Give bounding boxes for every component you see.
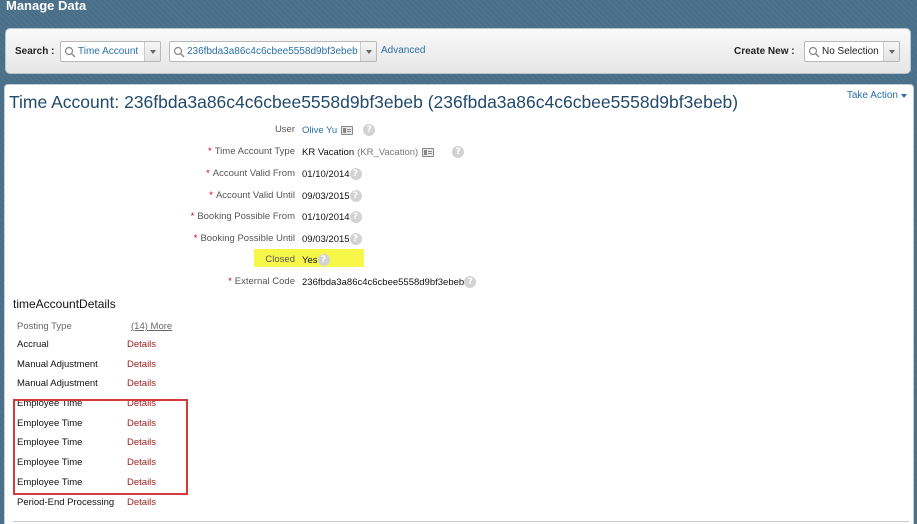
field-value: 09/03/2015 ?	[302, 190, 362, 202]
search-id-value: 236fbda3a86c4c6cbee5558d9bf3ebeb	[187, 46, 358, 57]
user-link[interactable]: Olive Yu	[302, 125, 337, 136]
field-label-text: External Code	[234, 276, 295, 287]
type-value: KR Vacation	[302, 146, 355, 158]
booking-from-value: 01/10/2014	[302, 211, 350, 223]
page-title: Manage Data	[6, 0, 87, 13]
field-value: KR Vacation (KR_Vacation) ?	[302, 146, 465, 158]
search-icon	[173, 46, 185, 57]
posting-type-header: Posting Type	[17, 321, 72, 332]
field-label: * External Code	[228, 276, 295, 287]
details-link[interactable]: Details	[127, 497, 156, 508]
advanced-search-link[interactable]: Advanced	[381, 45, 425, 56]
field-label: * Time Account Type	[208, 146, 295, 157]
chevron-down-icon	[149, 49, 156, 54]
more-link[interactable]: (14) More	[131, 321, 172, 332]
search-type-dropdown[interactable]	[144, 42, 160, 61]
search-type-value: Time Account	[78, 46, 139, 57]
detail-row: Period-End Processing Details	[17, 497, 177, 511]
chevron-down-icon	[888, 49, 895, 54]
help-icon[interactable]: ?	[452, 146, 465, 158]
field-account-valid-until: * Account Valid Until 09/03/2015 ?	[5, 187, 905, 203]
closed-value: Yes	[302, 254, 318, 266]
divider	[13, 521, 909, 522]
help-icon[interactable]: ?	[349, 211, 362, 223]
detail-row: Manual Adjustment Details	[17, 378, 177, 392]
field-value: Yes ?	[302, 254, 330, 266]
external-code-value: 236fbda3a86c4c6cbee5558d9bf3ebeb	[302, 276, 465, 288]
field-label-text: Account Valid From	[212, 168, 295, 179]
field-account-valid-from: * Account Valid From 01/10/2014 ?	[5, 165, 905, 181]
take-action-label: Take Action	[846, 90, 898, 101]
help-icon[interactable]: ?	[349, 168, 362, 180]
create-new-dropdown[interactable]	[883, 42, 899, 61]
search-id-combo[interactable]: 236fbda3a86c4c6cbee5558d9bf3ebeb	[169, 41, 377, 62]
field-value: 01/10/2014 ?	[302, 211, 362, 223]
chevron-down-icon	[365, 49, 372, 54]
details-link[interactable]: Details	[127, 378, 156, 389]
field-value: 236fbda3a86c4c6cbee5558d9bf3ebeb ?	[302, 276, 477, 288]
record-panel: Time Account: 236fbda3a86c4c6cbee5558d9b…	[4, 84, 914, 524]
field-label-text: Account Valid Until	[215, 190, 295, 201]
field-label: User	[274, 124, 295, 135]
field-value: Olive Yu ?	[302, 124, 376, 136]
posting-type: Manual Adjustment	[17, 378, 98, 389]
detail-row: Accrual Details	[17, 339, 177, 353]
field-label-text: Time Account Type	[214, 146, 295, 157]
field-label-text: Booking Possible From	[197, 211, 295, 222]
required-asterisk: *	[209, 190, 213, 201]
create-new-value: No Selection	[822, 46, 879, 57]
posting-type: Manual Adjustment	[17, 359, 98, 370]
posting-type: Period-End Processing	[17, 497, 115, 508]
field-user: User Olive Yu ?	[5, 121, 905, 137]
field-value: 01/10/2014 ?	[302, 168, 362, 180]
posting-type: Accrual	[17, 339, 49, 350]
required-asterisk: *	[228, 276, 232, 287]
create-new-combo[interactable]: No Selection	[804, 41, 900, 62]
help-icon[interactable]: ?	[317, 254, 330, 266]
search-bar: Search : Time Account 236fbda3a86c4c6cbe…	[5, 28, 911, 74]
detail-row: Manual Adjustment Details	[17, 359, 177, 373]
field-label-text: Booking Possible Until	[200, 233, 295, 244]
create-new-label: Create New :	[734, 46, 795, 57]
search-id-dropdown[interactable]	[360, 42, 376, 61]
help-icon[interactable]: ?	[363, 124, 376, 136]
field-label: * Account Valid From	[206, 168, 295, 179]
search-icon	[64, 46, 76, 57]
take-action-menu[interactable]: Take Action	[847, 90, 907, 101]
field-label: * Booking Possible From	[191, 211, 295, 222]
card-icon[interactable]	[422, 147, 435, 157]
help-icon[interactable]: ?	[464, 276, 477, 288]
annotation-highlight-box	[13, 399, 188, 495]
search-type-combo[interactable]: Time Account	[60, 41, 161, 62]
details-link[interactable]: Details	[127, 359, 156, 370]
search-icon	[808, 46, 820, 57]
field-closed: Closed Yes ?	[5, 251, 905, 267]
details-section-title: timeAccountDetails	[13, 297, 116, 311]
required-asterisk: *	[208, 146, 212, 157]
field-label: * Account Valid Until	[209, 190, 295, 201]
record-title: Time Account: 236fbda3a86c4c6cbee5558d9b…	[9, 92, 739, 112]
field-value: 09/03/2015 ?	[302, 233, 362, 245]
required-asterisk: *	[190, 211, 195, 222]
field-external-code: * External Code 236fbda3a86c4c6cbee5558d9…	[5, 273, 905, 289]
required-asterisk: *	[193, 233, 198, 244]
field-time-account-type: * Time Account Type KR Vacation (KR_Vacat…	[5, 143, 905, 159]
field-label: Closed	[265, 254, 295, 265]
field-booking-possible-until: * Booking Possible Until 09/03/2015 ?	[5, 230, 905, 246]
required-asterisk: *	[206, 168, 210, 179]
help-icon[interactable]: ?	[349, 233, 362, 245]
valid-until-value: 09/03/2015	[302, 190, 350, 202]
details-link[interactable]: Details	[127, 339, 156, 350]
field-booking-possible-from: * Booking Possible From 01/10/2014 ?	[5, 208, 905, 224]
field-label: * Booking Possible Until	[194, 233, 295, 244]
chevron-down-icon	[901, 93, 907, 98]
booking-until-value: 09/03/2015	[302, 233, 350, 245]
help-icon[interactable]: ?	[349, 190, 362, 202]
search-label: Search :	[15, 46, 55, 57]
type-code: (KR_Vacation)	[357, 146, 419, 158]
person-card-icon[interactable]	[341, 125, 354, 135]
valid-from-value: 01/10/2014	[302, 168, 350, 180]
